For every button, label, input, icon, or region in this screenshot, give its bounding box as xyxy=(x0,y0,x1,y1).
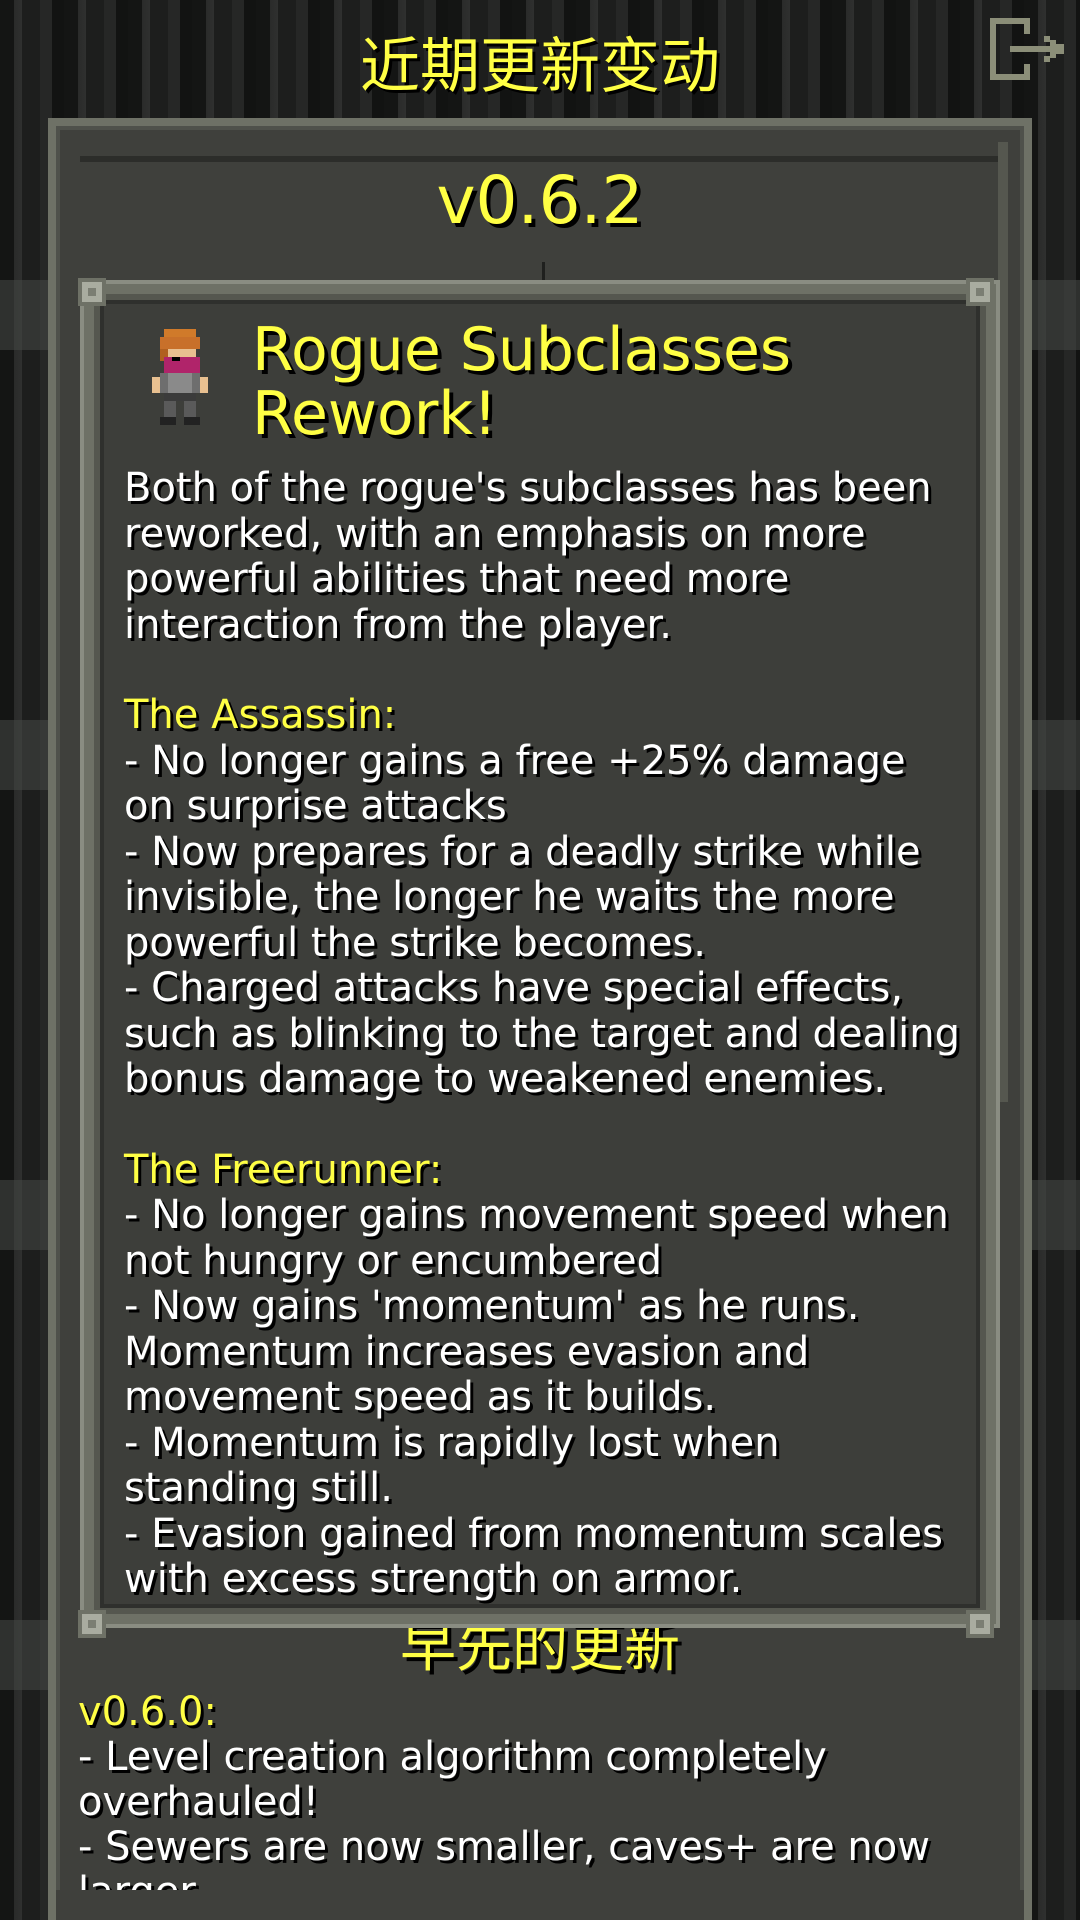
window-corner xyxy=(78,278,106,306)
freerunner-item: - Now gains 'momentum' as he runs. Momen… xyxy=(124,1283,860,1420)
assassin-item: - Now prepares for a deadly strike while… xyxy=(124,828,921,966)
panel-bottom-mask xyxy=(56,1890,1024,1920)
window-title: Rogue Subclasses Rework! xyxy=(252,318,952,446)
window-corner xyxy=(78,1610,106,1638)
assassin-item: - Charged attacks have special effects, … xyxy=(124,965,961,1102)
rogue-hero-icon xyxy=(152,329,208,425)
exit-icon xyxy=(990,18,1064,80)
screen-title: 近期更新变动 xyxy=(360,32,720,102)
freerunner-item: - Momentum is rapidly lost when standing… xyxy=(124,1419,780,1511)
window-title-line: Rogue Subclasses xyxy=(252,315,792,385)
older-updates-title: 早先的更新 xyxy=(400,1615,680,1680)
freerunner-heading: The Freerunner: xyxy=(124,1146,443,1193)
panel-scrollbar[interactable] xyxy=(998,142,1008,1102)
assassin-heading: The Assassin: xyxy=(124,692,397,738)
window-corner xyxy=(966,278,994,306)
older-version: v0.6.0: xyxy=(78,1689,217,1735)
assassin-item: - No longer gains a free +25% damage on … xyxy=(124,737,906,829)
freerunner-item: - No longer gains movement speed when no… xyxy=(124,1192,949,1284)
version-title: v0.6.2 xyxy=(436,162,644,239)
window-title-line: Rework! xyxy=(252,379,498,449)
window-corner xyxy=(966,1610,994,1638)
freerunner-item: - Evasion gained from momentum scales wi… xyxy=(124,1510,943,1602)
older-updates-text: v0.6.0: - Level creation algorithm compl… xyxy=(78,1690,998,1915)
exit-button[interactable] xyxy=(988,16,1070,82)
window-body: Both of the rogue's subclasses has been … xyxy=(124,465,964,1603)
intro-paragraph: Both of the rogue's subclasses has been … xyxy=(124,465,932,648)
older-line: - Level creation algorithm completely ov… xyxy=(78,1734,840,1825)
